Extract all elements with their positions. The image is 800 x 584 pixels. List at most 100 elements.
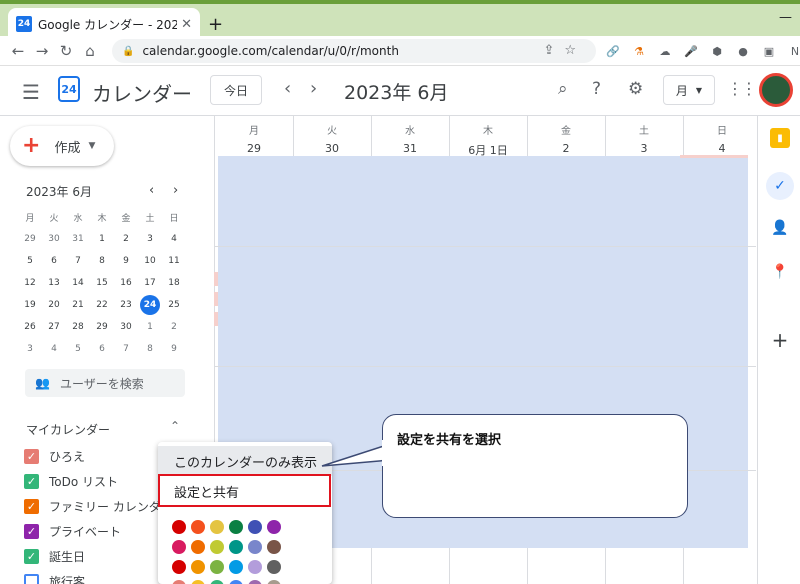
- mini-day-cell[interactable]: 30: [42, 228, 66, 250]
- day-column-header[interactable]: 木 6月 1日: [449, 122, 527, 158]
- lock-icon[interactable]: 🔒: [122, 46, 134, 57]
- color-swatch[interactable]: [210, 580, 224, 584]
- color-swatch[interactable]: [210, 540, 224, 554]
- mini-day-cell[interactable]: 8: [138, 338, 162, 360]
- add-addon-icon[interactable]: +: [770, 328, 790, 352]
- color-swatch[interactable]: [267, 560, 281, 574]
- mini-day-cell[interactable]: 11: [162, 250, 186, 272]
- today-button[interactable]: 今日: [210, 75, 262, 105]
- date-label[interactable]: 30: [293, 142, 371, 155]
- checkbox-icon[interactable]: ✓: [24, 448, 39, 464]
- mini-day-cell[interactable]: 4: [42, 338, 66, 360]
- mini-day-cell[interactable]: 3: [18, 338, 42, 360]
- mini-day-cell[interactable]: 14: [66, 272, 90, 294]
- mini-day-cell[interactable]: 18: [162, 272, 186, 294]
- account-avatar[interactable]: [759, 73, 793, 107]
- link-extension-icon[interactable]: 🔗: [604, 42, 622, 60]
- date-label[interactable]: 29: [215, 142, 293, 155]
- color-swatch[interactable]: [248, 540, 262, 554]
- mini-day-cell[interactable]: 9: [162, 338, 186, 360]
- mini-day-cell[interactable]: 5: [18, 250, 42, 272]
- mini-day-cell[interactable]: 21: [66, 294, 90, 316]
- mini-day-cell[interactable]: 9: [114, 250, 138, 272]
- mini-day-cell[interactable]: 10: [138, 250, 162, 272]
- home-icon[interactable]: ⌂: [78, 42, 102, 60]
- mini-day-cell[interactable]: 7: [66, 250, 90, 272]
- mini-day-cell[interactable]: 2: [162, 316, 186, 338]
- mini-day-cell[interactable]: 31: [66, 228, 90, 250]
- mini-day-cell[interactable]: 24: [140, 295, 160, 315]
- contacts-icon[interactable]: 👤: [770, 218, 790, 238]
- color-swatch[interactable]: [172, 540, 186, 554]
- day-column-header[interactable]: 水 31: [371, 122, 449, 155]
- color-swatch[interactable]: [210, 520, 224, 534]
- hex-extension-icon[interactable]: ⬢: [708, 42, 726, 60]
- my-calendars-heading[interactable]: マイカレンダー: [26, 421, 110, 438]
- mini-day-cell[interactable]: 26: [18, 316, 42, 338]
- mini-day-cell[interactable]: 20: [42, 294, 66, 316]
- mini-day-cell[interactable]: 12: [18, 272, 42, 294]
- checkbox-icon[interactable]: [24, 573, 39, 584]
- day-column-header[interactable]: 土3: [605, 122, 683, 155]
- calendar-list-item[interactable]: ✓ プライベート: [24, 521, 121, 541]
- date-label[interactable]: 2: [527, 142, 605, 155]
- address-bar[interactable]: 🔒 calendar.google.com/calendar/u/0/r/mon…: [112, 39, 596, 63]
- view-switcher-button[interactable]: 月 ▼: [663, 75, 715, 105]
- day-column-header[interactable]: 火 30: [293, 122, 371, 155]
- mini-day-cell[interactable]: 6: [42, 250, 66, 272]
- day-column-header[interactable]: 月 29: [215, 122, 293, 155]
- color-swatch[interactable]: [191, 520, 205, 534]
- mini-day-cell[interactable]: 25: [162, 294, 186, 316]
- color-swatch[interactable]: [191, 560, 205, 574]
- previous-month-icon[interactable]: ‹: [284, 78, 291, 99]
- event-chip-edge[interactable]: [214, 272, 218, 286]
- color-swatch[interactable]: [191, 540, 205, 554]
- search-users-input[interactable]: 👥 ユーザーを検索: [25, 369, 185, 397]
- mini-day-cell[interactable]: 7: [114, 338, 138, 360]
- day-column-header[interactable]: 金2: [527, 122, 605, 155]
- mini-day-cell[interactable]: 3: [138, 228, 162, 250]
- close-tab-icon[interactable]: ✕: [181, 17, 192, 32]
- mini-day-cell[interactable]: 17: [138, 272, 162, 294]
- date-label[interactable]: 31: [371, 142, 449, 155]
- color-swatch[interactable]: [267, 520, 281, 534]
- cloud-extension-icon[interactable]: ☁: [656, 42, 674, 60]
- mini-day-cell[interactable]: 2: [114, 228, 138, 250]
- mini-day-cell[interactable]: 29: [90, 316, 114, 338]
- calendar-list-item[interactable]: 旅行客: [24, 571, 85, 584]
- color-swatch[interactable]: [248, 560, 262, 574]
- mini-day-cell[interactable]: 5: [66, 338, 90, 360]
- calendar-list-item[interactable]: ✓ ファミリー カレンダー: [24, 496, 173, 516]
- mini-day-cell[interactable]: 1: [138, 316, 162, 338]
- calendar-list-item[interactable]: ✓ 誕生日: [24, 546, 85, 566]
- mini-day-cell[interactable]: 8: [90, 250, 114, 272]
- mini-day-cell[interactable]: 30: [114, 316, 138, 338]
- help-icon[interactable]: ?: [592, 79, 601, 99]
- mini-prev-icon[interactable]: ‹: [149, 183, 154, 198]
- color-swatch[interactable]: [210, 560, 224, 574]
- mini-day-cell[interactable]: 16: [114, 272, 138, 294]
- event-chip-edge[interactable]: [214, 292, 218, 306]
- notion-extension-icon[interactable]: N: [786, 42, 800, 60]
- color-swatch[interactable]: [172, 520, 186, 534]
- mini-day-cell[interactable]: 4: [162, 228, 186, 250]
- mini-day-cell[interactable]: 6: [90, 338, 114, 360]
- checkbox-icon[interactable]: ✓: [24, 548, 39, 564]
- search-icon[interactable]: ⌕: [558, 79, 568, 99]
- event-chip-edge[interactable]: [680, 155, 748, 158]
- labs-extension-icon[interactable]: ⚗: [630, 42, 648, 60]
- calendar-list-item[interactable]: ✓ ToDo リスト: [24, 471, 118, 491]
- color-swatch[interactable]: [248, 520, 262, 534]
- record-extension-icon[interactable]: ●: [734, 42, 752, 60]
- create-button[interactable]: + 作成 ▼: [10, 126, 114, 166]
- color-swatch[interactable]: [229, 560, 243, 574]
- mini-day-cell[interactable]: 23: [114, 294, 138, 316]
- mini-day-cell[interactable]: 22: [90, 294, 114, 316]
- color-swatch[interactable]: [267, 580, 281, 584]
- color-swatch[interactable]: [248, 580, 262, 584]
- forward-icon[interactable]: →: [30, 42, 54, 60]
- minimize-button[interactable]: —: [779, 10, 792, 25]
- mini-day-cell[interactable]: 27: [42, 316, 66, 338]
- checkbox-icon[interactable]: ✓: [24, 523, 39, 539]
- checkbox-icon[interactable]: ✓: [24, 473, 39, 489]
